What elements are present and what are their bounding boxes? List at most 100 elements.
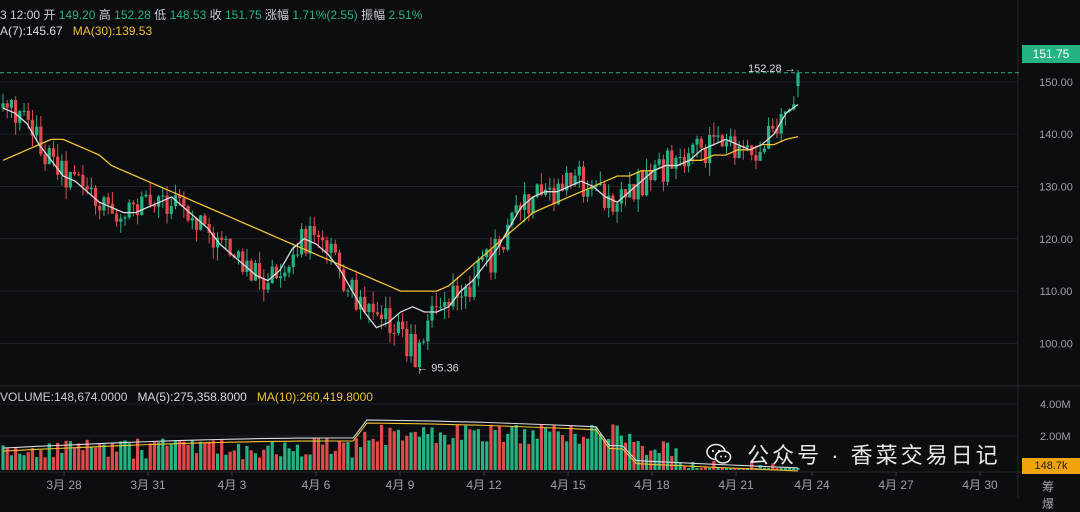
volume-bar	[594, 426, 598, 470]
volume-bar	[565, 441, 569, 470]
volume-bar	[472, 430, 476, 470]
volume-tick-label: 2.00M	[1040, 431, 1071, 443]
price-tick-label: 120.00	[1039, 234, 1073, 246]
candle-body	[674, 157, 678, 169]
volume-bar	[401, 440, 405, 470]
candle-body	[750, 145, 754, 156]
candle-body	[426, 320, 430, 342]
candle-body	[371, 303, 375, 313]
candle-body	[77, 174, 81, 176]
candle-body	[287, 266, 291, 273]
right-tools-label[interactable]: 筹 爆	[1042, 478, 1080, 512]
volume-bar	[279, 456, 283, 470]
candle-body	[56, 156, 60, 175]
volume-bar	[409, 432, 413, 470]
volume-bar	[468, 429, 472, 470]
volume-bar	[253, 453, 257, 470]
candle-body	[241, 251, 245, 272]
volume-bar	[186, 444, 190, 470]
candle-body	[266, 283, 270, 290]
x-tick-label: 4月 3	[218, 478, 247, 492]
volume-bar	[644, 455, 649, 470]
candle-body	[14, 99, 18, 123]
volume-bar	[148, 443, 152, 470]
candle-body	[586, 189, 590, 197]
ma7-line	[2, 103, 799, 329]
volume-bar	[661, 441, 665, 470]
volume-bar	[682, 466, 687, 470]
candle-body	[119, 218, 123, 222]
candle-body	[283, 272, 287, 277]
candle-body	[64, 160, 68, 188]
candle-body	[384, 308, 388, 319]
volume-tick-label: 4.00M	[1040, 399, 1071, 411]
volume-bar	[544, 427, 548, 470]
candlestick-chart[interactable]: 100.00 110.00 120.00 130.00 140.00 150.00 4.00…	[0, 0, 1080, 498]
candle-body	[771, 125, 775, 129]
volume-bar	[379, 424, 384, 470]
volume-bar	[518, 443, 522, 470]
low-marker: ← 95.36	[417, 363, 459, 375]
candle-body	[724, 141, 729, 147]
candle-body	[653, 164, 657, 181]
candle-body	[89, 187, 93, 190]
volume-bar	[501, 441, 506, 470]
volume-bar	[451, 438, 455, 470]
volume-bar	[39, 450, 43, 470]
candle-body	[703, 147, 708, 164]
candle-body	[459, 296, 464, 298]
volume-bar	[287, 448, 291, 470]
candle-body	[514, 205, 518, 213]
candle-body	[409, 334, 413, 357]
candle-body	[548, 187, 552, 190]
volume-bar	[165, 445, 169, 470]
candle-body	[106, 197, 110, 204]
volume-bar	[224, 454, 228, 470]
volume-bar	[89, 446, 93, 470]
volume-bar	[274, 454, 279, 470]
candle-body	[329, 243, 333, 253]
x-tick-label: 4月 12	[466, 478, 502, 492]
high-marker: 152.28 →	[748, 63, 796, 75]
candle-body	[438, 306, 443, 308]
candle-body	[262, 278, 266, 290]
candle-body	[379, 314, 384, 319]
volume-bar	[666, 442, 670, 470]
volume-bar	[316, 438, 321, 470]
volume-bar	[199, 441, 203, 470]
volume-bar	[245, 445, 249, 470]
candle-body	[325, 240, 329, 253]
volume-bar	[337, 441, 342, 470]
volume-bar	[375, 441, 379, 470]
candle-body	[712, 135, 716, 137]
candle-body	[691, 144, 695, 154]
volume-bar	[430, 427, 434, 470]
volume-bar	[114, 451, 119, 470]
candle-body	[531, 196, 535, 214]
volume-bar	[623, 442, 628, 470]
volume-bar	[447, 444, 451, 470]
candle-body	[733, 136, 737, 158]
volume-bar	[548, 431, 552, 470]
volume-bar	[144, 458, 148, 470]
x-tick-label: 4月 21	[718, 478, 754, 492]
volume-bar	[215, 453, 220, 470]
candle-body	[148, 194, 152, 205]
volume-bar	[367, 440, 371, 470]
current-price-tag: 151.75	[1022, 45, 1080, 63]
candle-body	[72, 172, 77, 175]
volume-bar	[363, 431, 367, 470]
volume-bar	[510, 426, 514, 470]
candle-body	[312, 225, 316, 235]
watermark-text: 公众号 · 香菜交易日记	[747, 443, 1001, 468]
volume-bar	[194, 453, 199, 470]
x-tick-label: 4月 9	[386, 478, 415, 492]
volume-bar	[47, 443, 51, 470]
candle-body	[392, 333, 396, 335]
volume-bar	[106, 456, 110, 470]
candle-body	[657, 159, 661, 165]
volume-bar	[9, 455, 14, 470]
volume-bar	[392, 431, 396, 470]
candle-body	[123, 217, 127, 219]
volume-bar	[257, 457, 262, 470]
